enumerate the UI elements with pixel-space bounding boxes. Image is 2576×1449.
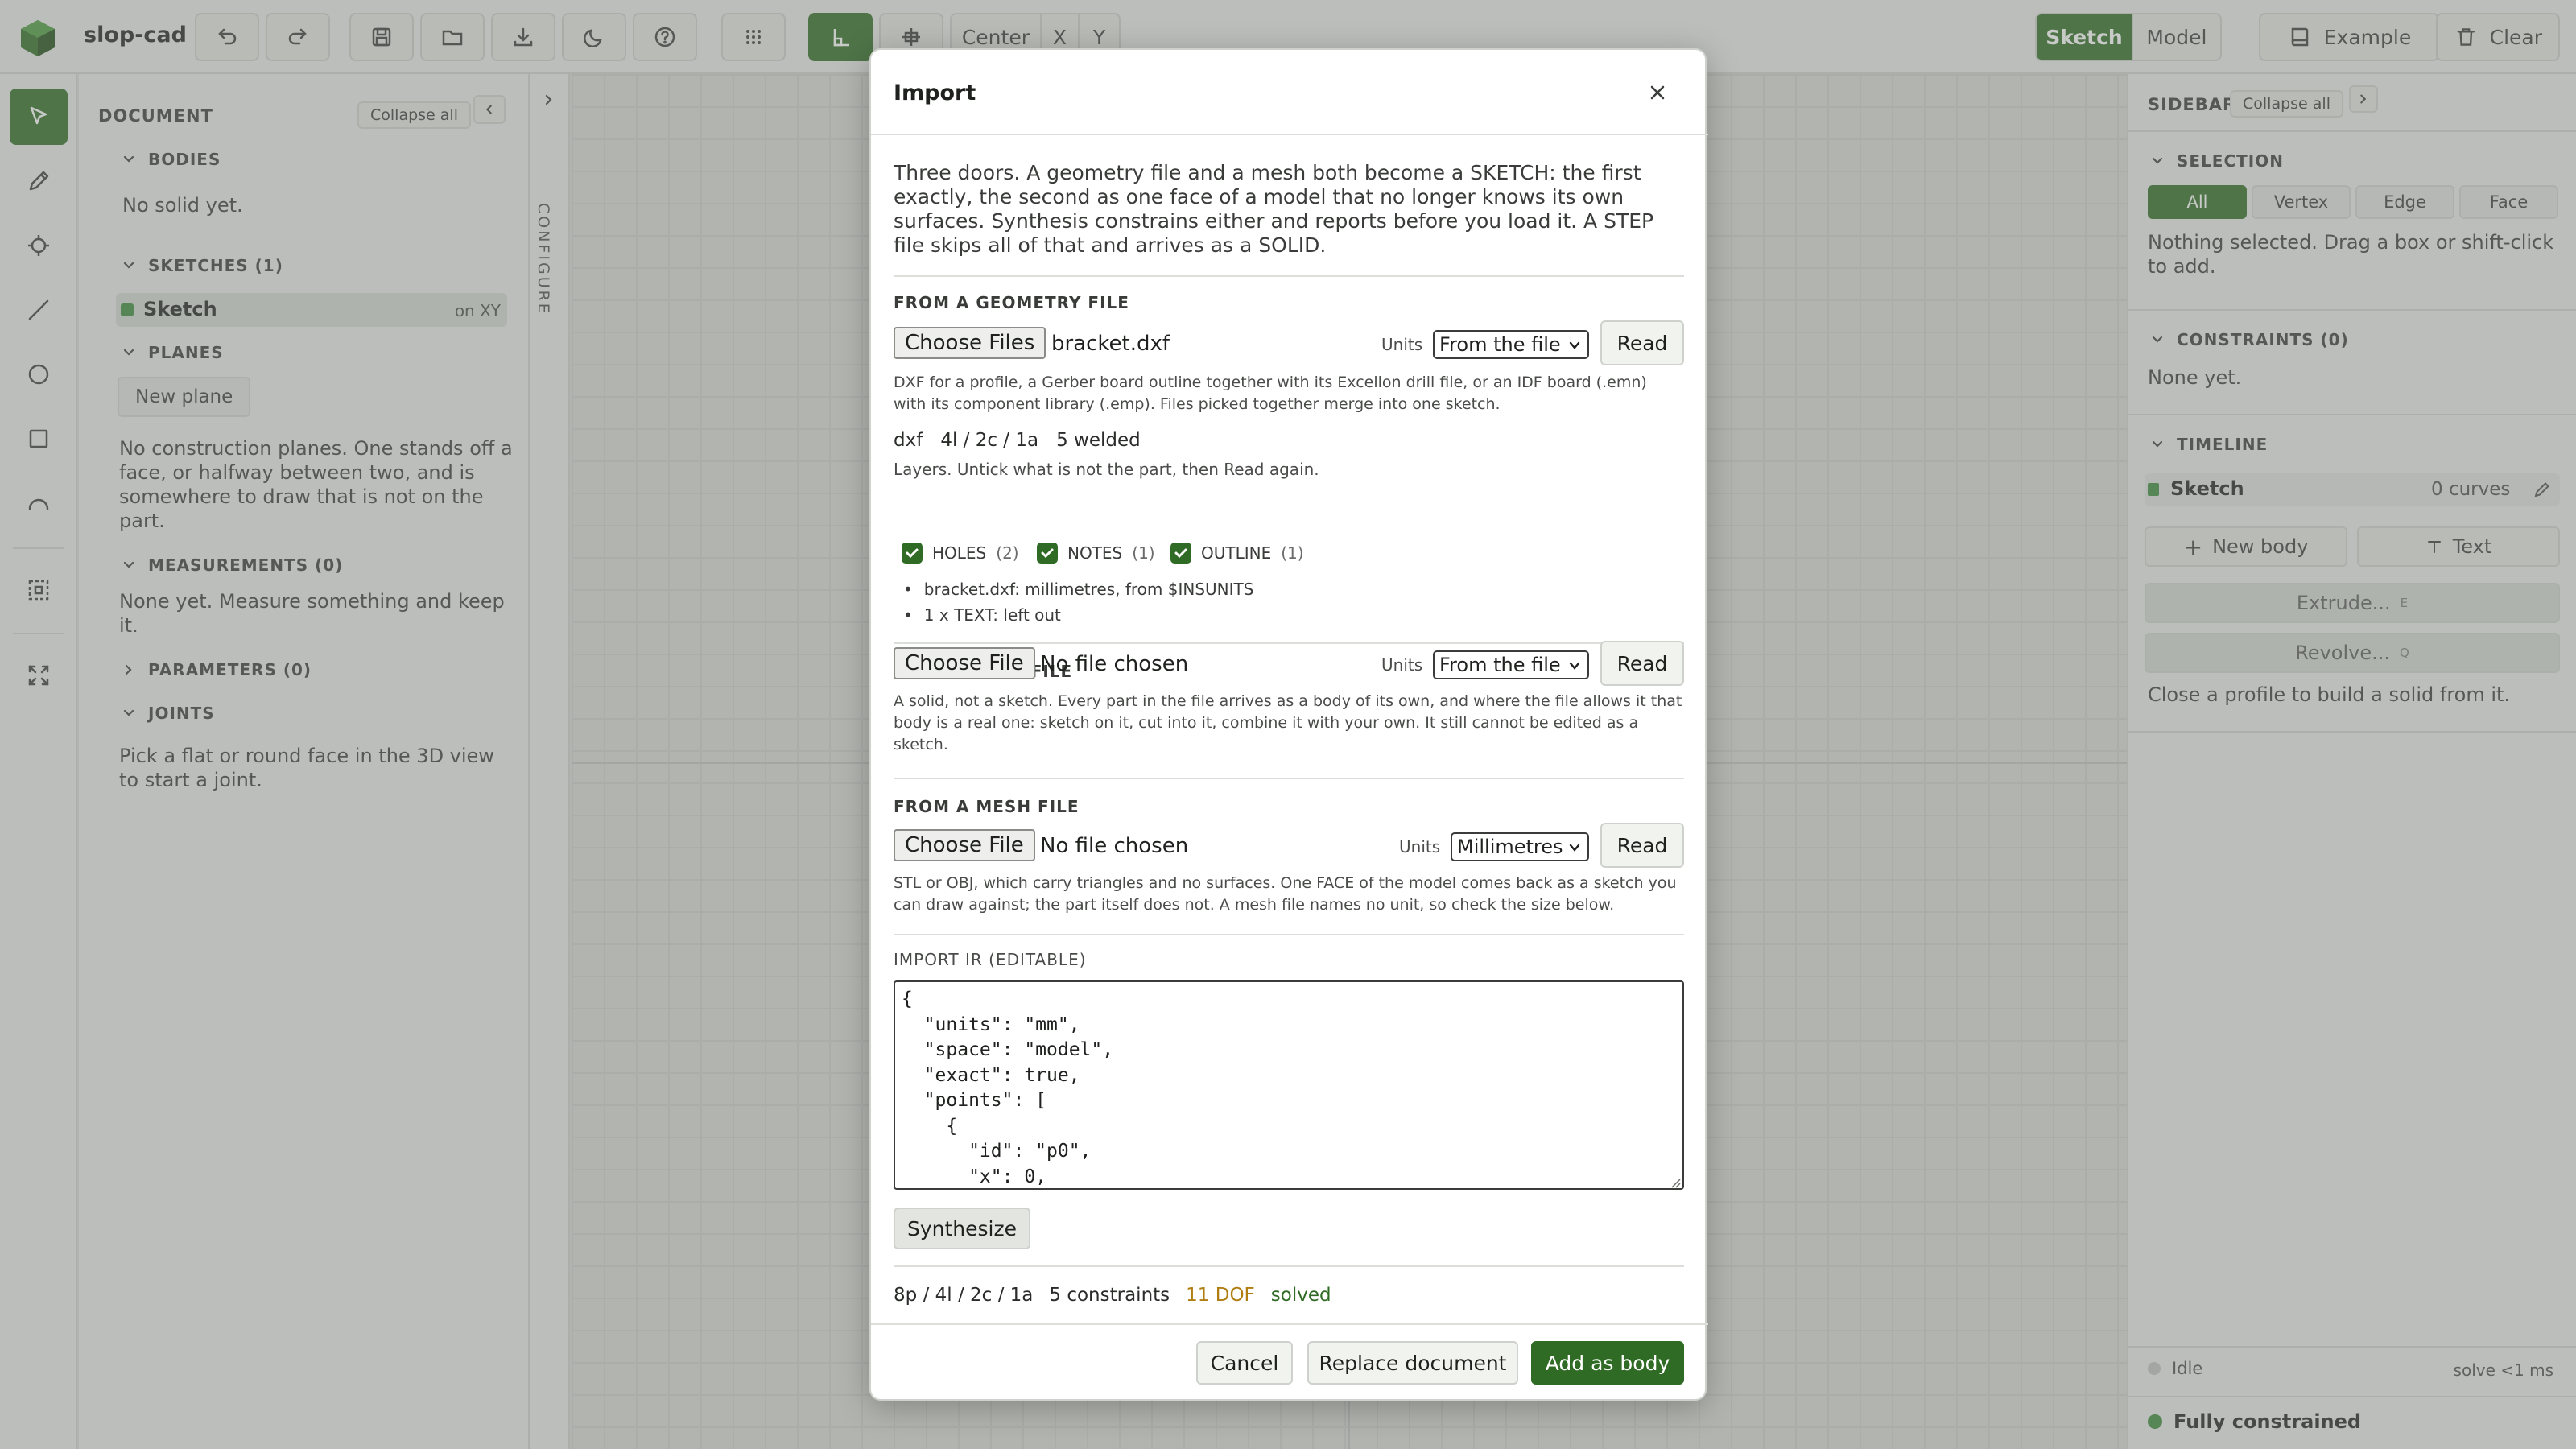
import-dialog: Import Three doors. A geometry file and … bbox=[869, 48, 1708, 1401]
step-units-label: Units bbox=[1381, 655, 1423, 675]
list-item: 1 x TEXT: left out bbox=[903, 602, 1253, 628]
layer-outline-checkbox[interactable]: OUTLINE (1) bbox=[1170, 543, 1304, 564]
chevron-down-icon bbox=[1569, 844, 1580, 852]
step-controls: Choose File No file chosen Units From th… bbox=[894, 641, 1684, 686]
checkbox-checked-icon bbox=[1037, 543, 1058, 564]
geometry-entity-counts: 4l / 2c / 1a bbox=[940, 430, 1039, 451]
synthesize-button[interactable]: Synthesize bbox=[894, 1208, 1030, 1249]
chevron-down-icon bbox=[1569, 341, 1580, 349]
checkbox-checked-icon bbox=[902, 543, 923, 564]
geometry-notes-list: bracket.dxf: millimetres, from $INSUNITS… bbox=[903, 576, 1254, 628]
dialog-intro: Three doors. A geometry file and a mesh … bbox=[894, 161, 1654, 257]
section-divider bbox=[894, 934, 1684, 935]
geometry-units-select[interactable]: From the file bbox=[1433, 330, 1589, 359]
mesh-choose-file-button[interactable]: Choose File bbox=[894, 829, 1035, 861]
geometry-help-text: DXF for a profile, a Gerber board outlin… bbox=[894, 374, 1647, 413]
add-as-body-button[interactable]: Add as body bbox=[1531, 1341, 1684, 1385]
geometry-units-value: From the file bbox=[1439, 333, 1561, 356]
section-divider bbox=[894, 778, 1684, 779]
step-units-value: From the file bbox=[1439, 654, 1561, 676]
geometry-stats: dxf 4l / 2c / 1a 5 welded bbox=[894, 430, 1141, 451]
summary-constraints: 5 constraints bbox=[1049, 1285, 1170, 1306]
cancel-button[interactable]: Cancel bbox=[1196, 1341, 1293, 1385]
mesh-read-button[interactable]: Read bbox=[1600, 823, 1684, 868]
dialog-title: Import bbox=[894, 80, 976, 105]
geometry-file-row: Choose Files bracket.dxf Units From the … bbox=[894, 320, 1684, 365]
geometry-read-button[interactable]: Read bbox=[1600, 320, 1684, 365]
geometry-choose-files-button[interactable]: Choose Files bbox=[894, 327, 1046, 359]
layer-holes-name: HOLES bbox=[932, 543, 987, 563]
layer-outline-count: (1) bbox=[1281, 543, 1304, 563]
list-item: bracket.dxf: millimetres, from $INSUNITS bbox=[903, 576, 1254, 602]
import-ir-textarea[interactable]: { "units": "mm", "space": "model", "exac… bbox=[894, 980, 1684, 1190]
geometry-file-name: bracket.dxf bbox=[1051, 332, 1170, 356]
step-units-select[interactable]: From the file bbox=[1433, 650, 1589, 679]
layer-holes-checkbox[interactable]: HOLES (2) bbox=[902, 543, 1019, 564]
step-file-controls: Choose File No file chosen Units From th… bbox=[894, 641, 1684, 686]
chevron-down-icon bbox=[1569, 662, 1580, 670]
import-ir-label: IMPORT IR (EDITABLE) bbox=[894, 950, 1087, 969]
mesh-file-name: No file chosen bbox=[1040, 834, 1189, 858]
layer-notes-name: NOTES bbox=[1067, 543, 1123, 563]
mesh-section-title: FROM A MESH FILE bbox=[894, 797, 1080, 816]
layer-outline-name: OUTLINE bbox=[1201, 543, 1272, 563]
step-read-button[interactable]: Read bbox=[1600, 641, 1684, 686]
replace-document-button[interactable]: Replace document bbox=[1307, 1341, 1518, 1385]
checkbox-checked-icon bbox=[1170, 543, 1191, 564]
summary-status: solved bbox=[1270, 1285, 1331, 1306]
geometry-welded: 5 welded bbox=[1056, 430, 1141, 451]
section-divider bbox=[894, 642, 1684, 644]
geometry-section-title: FROM A GEOMETRY FILE bbox=[894, 293, 1129, 312]
step-file-name: No file chosen bbox=[1040, 652, 1189, 676]
mesh-units-select[interactable]: Millimetres bbox=[1451, 832, 1589, 861]
summary-counts: 8p / 4l / 2c / 1a bbox=[894, 1285, 1034, 1306]
close-button[interactable] bbox=[1639, 74, 1676, 111]
step-choose-file-button[interactable]: Choose File bbox=[894, 647, 1035, 679]
section-divider bbox=[894, 275, 1684, 277]
resize-handle-icon[interactable] bbox=[1670, 1177, 1681, 1188]
mesh-units-label: Units bbox=[1399, 837, 1441, 857]
step-help-text: A solid, not a sketch. Every part in the… bbox=[894, 692, 1682, 753]
dialog-divider bbox=[871, 134, 1708, 135]
section-divider bbox=[894, 1265, 1684, 1267]
close-icon bbox=[1650, 85, 1665, 100]
mesh-help-text: STL or OBJ, which carry triangles and no… bbox=[894, 874, 1677, 914]
layers-hint: Layers. Untick what is not the part, the… bbox=[894, 460, 1319, 479]
dialog-footer-divider bbox=[871, 1323, 1708, 1325]
mesh-file-row: Choose File No file chosen Units Millime… bbox=[894, 823, 1684, 868]
mesh-units-value: Millimetres bbox=[1457, 836, 1563, 858]
step-controls-wrap: Choose File No file chosen Units From th… bbox=[894, 641, 1684, 686]
layer-notes-checkbox[interactable]: NOTES (1) bbox=[1037, 543, 1155, 564]
synthesis-summary: 8p / 4l / 2c / 1a 5 constraints 11 DOF s… bbox=[894, 1285, 1331, 1306]
geometry-units-label: Units bbox=[1381, 335, 1423, 354]
layer-holes-count: (2) bbox=[996, 543, 1019, 563]
summary-dof: 11 DOF bbox=[1186, 1285, 1255, 1306]
geometry-format: dxf bbox=[894, 430, 923, 451]
layer-notes-count: (1) bbox=[1132, 543, 1155, 563]
